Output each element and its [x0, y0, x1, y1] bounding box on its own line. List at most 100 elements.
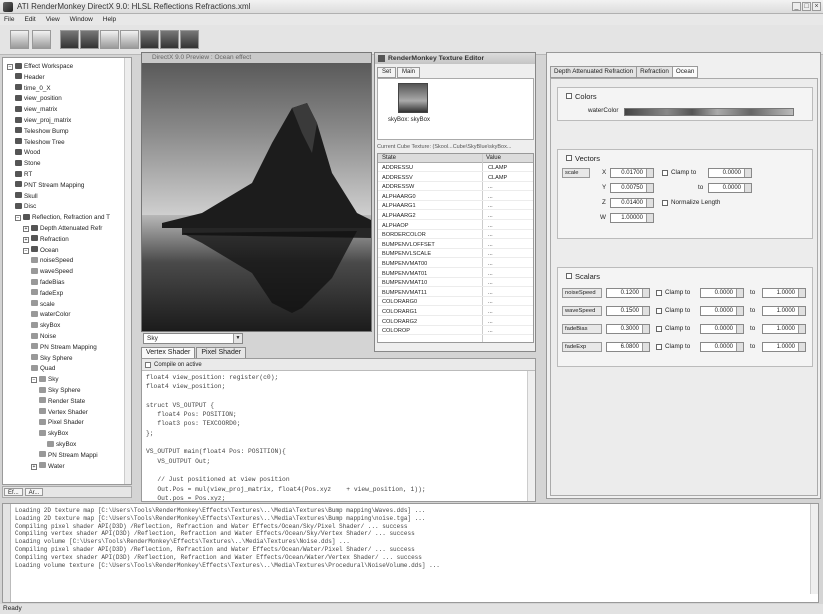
tree-item[interactable]: waveSpeed — [31, 267, 73, 276]
tree-item[interactable]: skyBox — [31, 321, 60, 330]
tree-item[interactable]: waterColor — [31, 310, 70, 319]
table-row[interactable]: COLORARG0... — [378, 298, 533, 307]
tab-vertex-shader[interactable]: Vertex Shader — [141, 347, 196, 358]
tab-refraction[interactable]: Refraction — [636, 66, 673, 78]
menu-help[interactable]: Help — [103, 14, 116, 25]
collapse-icon[interactable]: − — [23, 247, 29, 254]
minimize-icon[interactable]: _ — [792, 2, 801, 11]
scalars-collapse-checkbox[interactable] — [566, 273, 572, 279]
vector-z-field[interactable]: 0.01400 — [610, 198, 654, 208]
tree-item[interactable]: scale — [31, 300, 55, 309]
tree-item[interactable]: Stone — [15, 159, 40, 168]
tree-item[interactable]: Header — [15, 73, 45, 82]
output-window-icon[interactable] — [100, 30, 119, 49]
tree-item[interactable]: Noise — [31, 332, 56, 341]
scalar-value-field[interactable]: 0.3000 — [606, 324, 650, 334]
clamp-max-field[interactable]: 1.0000 — [762, 306, 806, 316]
tree-item[interactable]: + Water — [31, 462, 65, 471]
chevron-down-icon[interactable]: ▼ — [233, 334, 242, 343]
clamp-max-field[interactable]: 1.0000 — [762, 342, 806, 352]
table-row[interactable]: BUMPENVMAT00... — [378, 260, 533, 268]
tree-item[interactable]: view_position — [15, 94, 62, 103]
table-row[interactable]: COLOROP... — [378, 327, 533, 336]
tree-item[interactable]: view_matrix — [15, 105, 57, 114]
tree-item[interactable]: Teleshow Tree — [15, 138, 65, 147]
tree-item[interactable]: Skull — [15, 192, 38, 201]
collapse-icon[interactable]: − — [7, 64, 13, 70]
open-workspace-icon[interactable] — [32, 30, 51, 49]
expand-icon[interactable]: + — [31, 463, 37, 470]
clamp-min-field[interactable]: 0.0000 — [700, 288, 744, 298]
maximize-icon[interactable]: □ — [802, 2, 811, 11]
table-row[interactable]: COLORARG2... — [378, 318, 533, 326]
menu-file[interactable]: File — [4, 14, 14, 25]
tab-effect-workspace[interactable]: Ef... — [4, 488, 23, 496]
tree-item[interactable]: PNT Stream Mapping — [15, 181, 84, 190]
vector-x-field[interactable]: 0.01700 — [610, 168, 654, 178]
editor-window-icon[interactable] — [80, 30, 99, 49]
tab-main[interactable]: Main — [397, 67, 421, 78]
tree-item[interactable]: PN Stream Mapping — [31, 343, 97, 352]
tab-art[interactable]: Ar... — [24, 488, 44, 496]
pause-icon[interactable] — [160, 30, 179, 49]
new-workspace-icon[interactable] — [10, 30, 29, 49]
output-gripper[interactable] — [3, 504, 11, 602]
clamp-checkbox[interactable] — [656, 290, 662, 296]
table-row[interactable]: BUMPENVLOFFSET... — [378, 241, 533, 249]
preview-window-icon[interactable] — [60, 30, 79, 49]
expand-icon[interactable]: + — [23, 236, 29, 243]
table-row[interactable]: ALPHAARG0... — [378, 193, 533, 201]
tab-depth-attenuated[interactable]: Depth Attenuated Refraction — [550, 66, 638, 78]
clamp-max-field[interactable]: 0.0000 — [708, 183, 752, 193]
clamp-min-field[interactable]: 0.0000 — [700, 324, 744, 334]
tree-item[interactable]: − Sky — [31, 375, 59, 384]
vector-y-field[interactable]: 0.00750 — [610, 183, 654, 193]
tab-set[interactable]: Set — [377, 67, 397, 78]
tree-item[interactable]: Wood — [15, 148, 40, 157]
tree-item[interactable]: PN Stream Mappi — [39, 451, 98, 460]
tree-item[interactable]: + Refraction — [23, 235, 69, 244]
menu-window[interactable]: Window — [70, 14, 93, 25]
clamp-checkbox[interactable] — [656, 308, 662, 314]
table-row[interactable]: ALPHAARG2... — [378, 212, 533, 220]
tree-item[interactable]: view_proj_matrix — [15, 116, 71, 125]
tree-item[interactable]: − Effect Workspace — [7, 62, 73, 71]
tree-item[interactable]: Disc — [15, 202, 36, 211]
table-row[interactable]: BUMPENVMAT10... — [378, 279, 533, 288]
tree-item[interactable]: skyBox — [47, 440, 76, 449]
table-row[interactable]: ALPHAOP... — [378, 222, 533, 230]
code-text[interactable]: float4 view_position: register(c0); float… — [146, 373, 426, 503]
table-row[interactable]: BUMPENVMAT11... — [378, 289, 533, 297]
clamp-checkbox[interactable] — [656, 326, 662, 332]
texture-thumbnail[interactable] — [398, 83, 428, 113]
scalar-value-field[interactable]: 0.1200 — [606, 288, 650, 298]
tree-item[interactable]: time_0_X — [15, 84, 51, 93]
tree-item[interactable]: Sky Sphere — [31, 354, 73, 363]
tree-item[interactable]: Pixel Shader — [39, 418, 84, 427]
compile-checkbox[interactable] — [145, 362, 151, 368]
table-row[interactable]: BORDERCOLOR... — [378, 231, 533, 240]
table-row[interactable]: ADDRESSU CLAMP — [378, 164, 533, 172]
settings-icon[interactable] — [120, 30, 139, 49]
table-row[interactable]: ALPHAARG1... — [378, 202, 533, 211]
table-row[interactable]: BUMPENVLSCALE... — [378, 250, 533, 259]
close-icon[interactable]: × — [812, 2, 821, 11]
tree-item[interactable]: noiseSpeed — [31, 256, 73, 265]
water-color-swatch[interactable] — [624, 108, 794, 116]
clamp-min-field[interactable]: 0.0000 — [700, 306, 744, 316]
menu-view[interactable]: View — [46, 14, 60, 25]
normalize-checkbox[interactable] — [662, 200, 668, 206]
table-row[interactable]: COLORARG1... — [378, 308, 533, 316]
vectors-collapse-checkbox[interactable] — [566, 155, 572, 161]
tab-pixel-shader[interactable]: Pixel Shader — [196, 347, 247, 358]
tab-ocean[interactable]: Ocean — [671, 66, 699, 78]
table-row[interactable]: ADDRESSV CLAMP — [378, 174, 533, 182]
scalar-value-field[interactable]: 6.0800 — [606, 342, 650, 352]
tree-item[interactable]: − Ocean — [23, 246, 59, 255]
tree-item[interactable]: fadeBias — [31, 278, 65, 287]
pass-select[interactable]: Sky ▼ — [143, 333, 243, 344]
expand-icon[interactable]: + — [23, 226, 29, 232]
render-icon[interactable] — [140, 30, 159, 49]
tree-item[interactable]: Render State — [39, 397, 85, 406]
scalar-value-field[interactable]: 0.1500 — [606, 306, 650, 316]
